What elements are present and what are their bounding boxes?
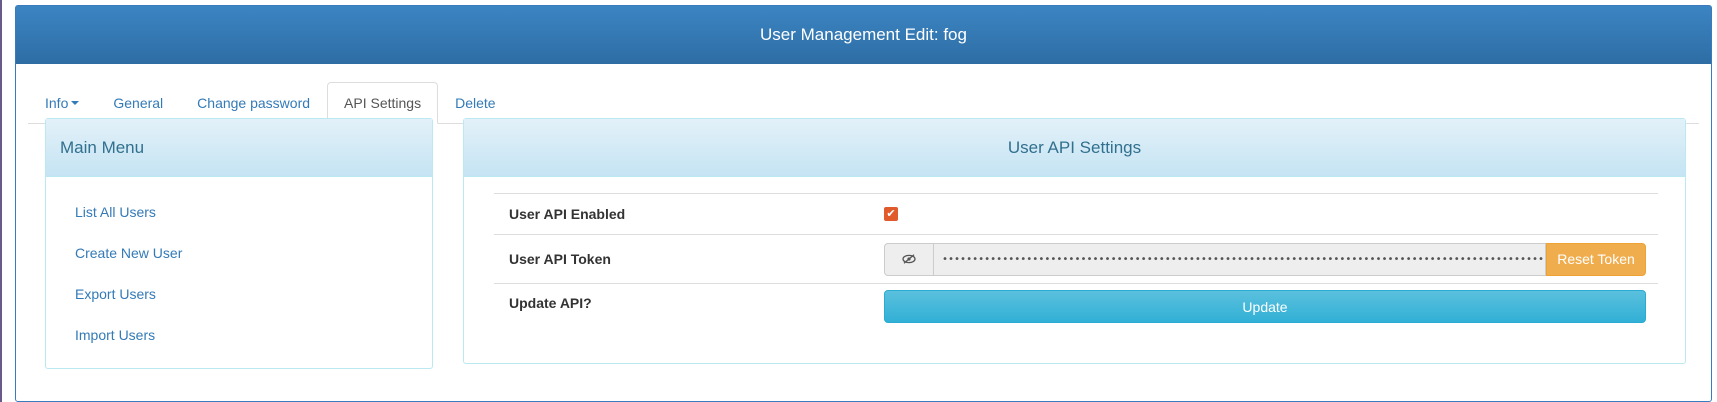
menu-item-create-new-user[interactable]: Create New User bbox=[46, 232, 432, 273]
update-api-label: Update API? bbox=[509, 295, 592, 311]
api-enabled-row: User API Enabled ✔ bbox=[494, 193, 1658, 234]
api-settings-panel: User API Settings User API Enabled ✔ Use… bbox=[463, 118, 1686, 364]
api-settings-title: User API Settings bbox=[464, 119, 1685, 177]
caret-down-icon bbox=[71, 101, 80, 105]
api-enabled-label: User API Enabled bbox=[509, 206, 626, 222]
tab-info-label: Info bbox=[45, 95, 69, 111]
api-token-field[interactable]: ••••••••••••••••••••••••••••••••••••••••… bbox=[933, 242, 1546, 276]
main-menu-title: Main Menu bbox=[46, 119, 432, 177]
menu-item-list-all-users[interactable]: List All Users bbox=[46, 191, 432, 232]
main-menu-panel: Main Menu List All Users Create New User… bbox=[45, 118, 433, 369]
checkmark-icon: ✔ bbox=[886, 207, 896, 220]
page-title: User Management Edit: fog bbox=[16, 6, 1711, 64]
menu-item-import-users[interactable]: Import Users bbox=[46, 314, 432, 355]
api-settings-table: User API Enabled ✔ User API Token ••••••… bbox=[494, 193, 1658, 327]
reset-token-button[interactable]: Reset Token bbox=[1546, 242, 1646, 276]
api-enabled-checkbox[interactable]: ✔ bbox=[884, 207, 898, 221]
update-button[interactable]: Update bbox=[884, 290, 1646, 323]
api-token-row: User API Token •••••••••••••••••••••••••… bbox=[494, 234, 1658, 283]
window-edge bbox=[0, 0, 2, 402]
main-menu-list: List All Users Create New User Export Us… bbox=[46, 177, 432, 355]
api-token-label: User API Token bbox=[509, 251, 611, 267]
menu-item-export-users[interactable]: Export Users bbox=[46, 273, 432, 314]
eye-slash-icon bbox=[902, 254, 916, 264]
api-token-group: ••••••••••••••••••••••••••••••••••••••••… bbox=[884, 242, 1646, 276]
toggle-token-visibility-button[interactable] bbox=[884, 242, 933, 276]
update-api-row: Update API? Update bbox=[494, 283, 1658, 327]
